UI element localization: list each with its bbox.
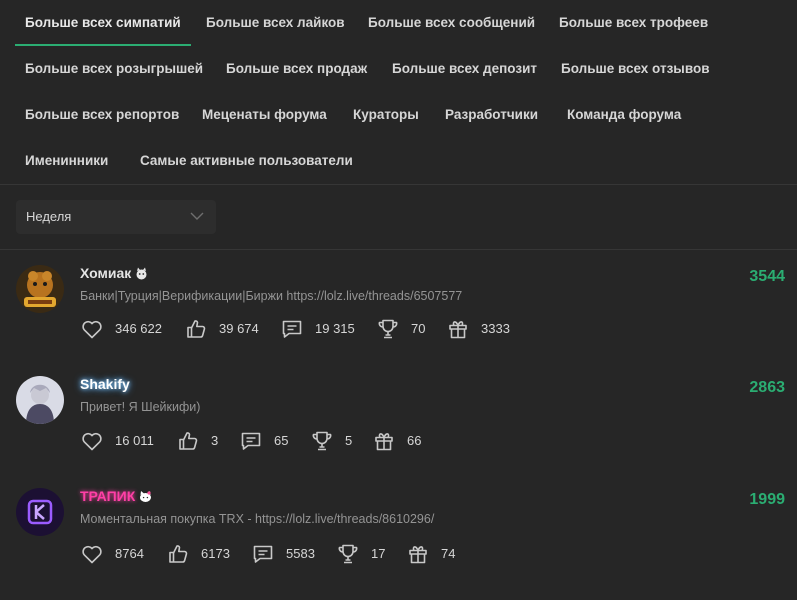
username[interactable]: ТРАПИК	[80, 488, 152, 504]
stat-value: 16 011	[115, 433, 154, 448]
leaderboard-row: ТРАПИК Моментальная покупка TRX - https:…	[0, 488, 797, 600]
username-text: ТРАПИК	[80, 488, 136, 504]
user-status: Банки|Турция|Верификации|Биржи https://l…	[80, 289, 463, 303]
stat-value: 3333	[481, 321, 510, 336]
stat-value: 65	[274, 433, 289, 448]
leaderboard-row: Shakify Привет! Я Шейкифи) 2863 16 011 3…	[0, 376, 797, 488]
tab-deposit[interactable]: Больше всех депозит	[392, 46, 537, 92]
message-icon	[241, 432, 261, 450]
message-icon	[253, 545, 273, 563]
stat-value: 5	[345, 433, 353, 448]
tab-reviews[interactable]: Больше всех отзывов	[561, 46, 710, 92]
user-score: 2863	[749, 379, 785, 396]
tab-reports[interactable]: Больше всех репортов	[25, 92, 179, 138]
message-icon	[282, 320, 302, 338]
username-text: Хомиак	[80, 265, 132, 281]
gift-icon	[375, 433, 393, 451]
thumbs-up-icon	[169, 545, 188, 563]
user-score: 3544	[749, 268, 785, 285]
tab-messages[interactable]: Больше всех сообщений	[368, 0, 535, 46]
period-select-value: Неделя	[26, 209, 72, 224]
divider	[0, 184, 797, 185]
tab-birthdays[interactable]: Именинники	[25, 138, 108, 184]
stat-value: 8764	[115, 546, 144, 561]
tab-giveaways[interactable]: Больше всех розыгрышей	[25, 46, 203, 92]
leaderboard-row: Хомиак Банки|Турция|Верификации|Биржи ht…	[0, 265, 797, 377]
heart-icon	[82, 545, 102, 564]
kitty-badge-icon	[140, 491, 152, 502]
tab-sympathies[interactable]: Больше всех симпатий	[15, 0, 191, 46]
tab-likes[interactable]: Больше всех лайков	[206, 0, 345, 46]
tab-most-active[interactable]: Самые активные пользователи	[140, 138, 353, 184]
tab-sales[interactable]: Больше всех продаж	[226, 46, 367, 92]
tab-developers[interactable]: Разработчики	[445, 92, 538, 138]
username[interactable]: Shakify	[80, 376, 130, 392]
chevron-down-icon	[190, 212, 204, 220]
stat-value: 3	[211, 433, 219, 448]
cat-badge-icon	[136, 267, 147, 280]
user-status: Привет! Я Шейкифи)	[80, 400, 201, 414]
tab-curators[interactable]: Кураторы	[353, 92, 419, 138]
gift-icon	[409, 546, 427, 564]
stat-value: 5583	[286, 546, 315, 561]
gift-icon	[449, 321, 467, 339]
period-select[interactable]: Неделя	[16, 200, 216, 234]
leaderboard-tabs: Больше всех симпатий Больше всех лайков …	[0, 0, 797, 184]
stat-value: 17	[371, 546, 386, 561]
trophy-icon	[338, 544, 358, 564]
heart-icon	[82, 320, 102, 339]
stat-value: 19 315	[315, 321, 355, 336]
heart-icon	[82, 432, 102, 451]
user-status: Моментальная покупка TRX - https://lolz.…	[80, 512, 435, 526]
user-score: 1999	[749, 491, 785, 508]
trophy-icon	[312, 431, 332, 451]
stat-value: 39 674	[219, 321, 259, 336]
tab-patrons[interactable]: Меценаты форума	[202, 92, 327, 138]
thumbs-up-icon	[179, 432, 198, 450]
stat-value: 66	[407, 433, 422, 448]
username[interactable]: Хомиак	[80, 265, 148, 281]
thumbs-up-icon	[187, 320, 206, 338]
stat-value: 346 622	[115, 321, 162, 336]
username-text: Shakify	[80, 376, 130, 392]
tab-forum-team[interactable]: Команда форума	[567, 92, 681, 138]
stat-value: 70	[411, 321, 426, 336]
divider	[0, 249, 797, 250]
avatar[interactable]	[16, 265, 64, 313]
avatar[interactable]	[16, 376, 64, 424]
tab-trophies[interactable]: Больше всех трофеев	[559, 0, 708, 46]
avatar[interactable]	[16, 488, 64, 536]
stat-value: 6173	[201, 546, 230, 561]
stat-value: 74	[441, 546, 456, 561]
trophy-icon	[378, 319, 398, 339]
